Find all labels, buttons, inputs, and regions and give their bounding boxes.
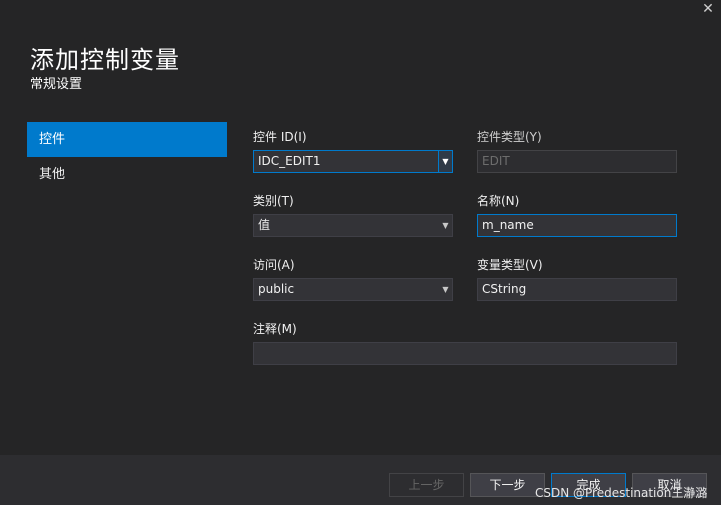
dialog-title: 添加控制变量 [30,46,180,74]
control-type-field: EDIT [477,150,677,173]
category-value: 值 [258,218,271,232]
nav-item-controls[interactable]: 控件 [27,122,227,157]
control-id-label: 控件 ID(I) [253,130,307,144]
dialog-subtitle: 常规设置 [30,77,83,92]
settings-nav: 控件 其他 [27,122,227,192]
previous-button[interactable]: 上一步 [389,473,464,497]
add-control-variable-dialog: ✕ 添加控制变量 常规设置 控件 其他 控件 ID(I) IDC_EDIT1 ▼… [0,0,721,505]
name-label: 名称(N) [477,194,520,208]
control-id-value: IDC_EDIT1 [258,154,321,168]
control-id-combobox[interactable]: IDC_EDIT1 ▼ [253,150,453,173]
access-label: 访问(A) [253,258,295,272]
variable-type-input[interactable]: CString [477,278,677,301]
control-type-label: 控件类型(Y) [477,130,542,144]
name-input[interactable]: m_name [477,214,677,237]
close-icon[interactable]: ✕ [701,0,715,18]
next-button[interactable]: 下一步 [470,473,545,497]
dropdown-arrow-icon[interactable]: ▼ [438,151,452,172]
name-value: m_name [482,218,534,232]
control-type-value: EDIT [482,154,510,168]
comment-label: 注释(M) [253,322,297,336]
access-value: public [258,282,295,296]
category-combobox[interactable]: 值 ▼ [253,214,453,237]
access-combobox[interactable]: public ▼ [253,278,453,301]
nav-item-other[interactable]: 其他 [27,157,227,192]
category-label: 类别(T) [253,194,294,208]
dropdown-arrow-icon[interactable]: ▼ [439,279,452,300]
variable-type-label: 变量类型(V) [477,258,543,272]
comment-input[interactable] [253,342,677,365]
dropdown-arrow-icon[interactable]: ▼ [439,215,452,236]
variable-type-value: CString [482,282,527,296]
watermark-text: CSDN @Predestination王瀞潞 [535,486,708,500]
